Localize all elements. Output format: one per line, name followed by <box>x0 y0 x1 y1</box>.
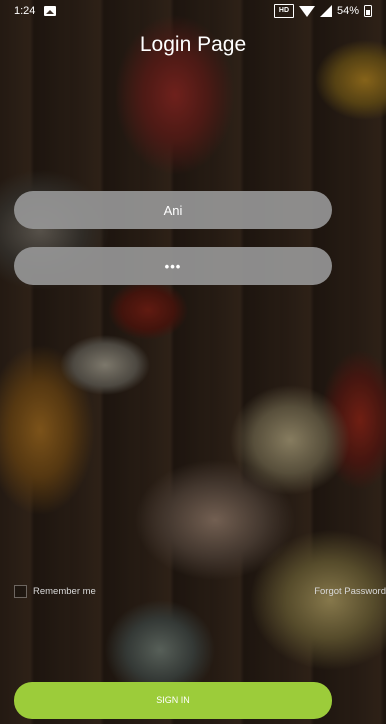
wifi-icon <box>298 5 315 17</box>
remember-me[interactable]: Remember me <box>14 585 96 598</box>
remember-me-checkbox[interactable] <box>14 585 27 598</box>
status-left: 1:24 <box>14 5 57 17</box>
image-notification-icon <box>44 6 57 16</box>
status-time: 1:24 <box>14 5 36 17</box>
login-screen: 1:24 HD 54% Login Page Remember me Forgo… <box>0 0 386 724</box>
status-bar: 1:24 HD 54% <box>0 0 386 24</box>
sign-in-button[interactable]: SIGN IN <box>14 682 332 719</box>
remember-me-label: Remember me <box>33 586 96 597</box>
status-right: HD 54% <box>273 4 372 18</box>
page-title: Login Page <box>139 33 247 56</box>
signal-icon <box>319 5 332 17</box>
username-input[interactable] <box>14 191 332 229</box>
hd-icon: HD <box>273 4 294 18</box>
battery-icon <box>364 5 372 17</box>
forgot-password-link[interactable]: Forgot Password <box>314 586 386 597</box>
battery-percent: 54% <box>336 5 359 17</box>
password-input[interactable] <box>14 247 332 285</box>
